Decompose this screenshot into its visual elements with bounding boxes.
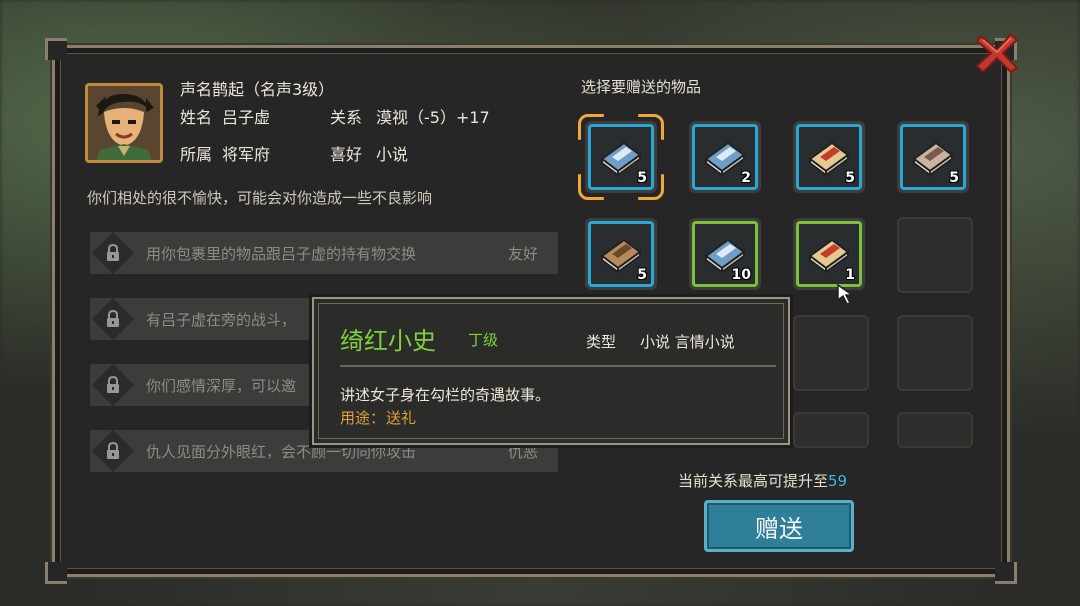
option-trade[interactable]: 用你包裹里的物品跟吕子虚的持有物交换 友好 (90, 231, 558, 275)
empty-slot (793, 412, 869, 448)
empty-slot (897, 412, 973, 448)
item-count: 5 (845, 170, 855, 186)
gift-button[interactable]: 赠送 (704, 500, 854, 552)
character-avatar (85, 83, 163, 163)
gift-section-title: 选择要赠送的物品 (581, 78, 702, 96)
gift-item-slot[interactable]: 1 (793, 218, 865, 290)
gift-item-slot[interactable]: 5 (585, 121, 657, 193)
tooltip-item-name: 绮红小史 (340, 327, 436, 355)
relation-label: 关系 (330, 108, 363, 127)
item-count: 10 (731, 267, 751, 283)
item-count: 2 (741, 170, 751, 186)
tooltip-type-label: 类型 (586, 333, 617, 351)
gift-item-slot[interactable]: 5 (897, 121, 969, 193)
item-count: 5 (637, 267, 647, 283)
lock-icon (107, 442, 119, 459)
tooltip-description: 讲述女子身在勾栏的奇遇故事。 (340, 386, 551, 404)
item-count: 1 (845, 267, 855, 283)
empty-slot (897, 315, 973, 391)
item-count: 5 (637, 170, 647, 186)
empty-slot (793, 315, 869, 391)
gift-item-slot[interactable]: 10 (689, 218, 761, 290)
faction-label: 所属 (180, 145, 213, 164)
hobby-value: 小说 (376, 145, 409, 164)
empty-slot (897, 217, 973, 293)
gift-item-slot[interactable]: 5 (793, 121, 865, 193)
item-tooltip: 绮红小史 丁级 类型 小说 言情小说 讲述女子身在勾栏的奇遇故事。 用途： 送礼 (312, 297, 790, 445)
tooltip-use-label: 用途： (340, 409, 386, 427)
relationship-warning: 你们相处的很不愉快，可能会对你造成一些不良影响 (87, 189, 433, 207)
option-trade-text: 用你包裹里的物品跟吕子虚的持有物交换 (146, 244, 417, 263)
lock-icon (107, 376, 119, 393)
lock-icon (107, 244, 119, 261)
gift-item-slot[interactable]: 2 (689, 121, 761, 193)
option-trade-relation: 友好 (507, 244, 538, 263)
pointer-cursor-icon (837, 283, 855, 305)
name-label: 姓名 (180, 108, 213, 127)
item-count: 5 (949, 170, 959, 186)
close-x-icon (975, 32, 1019, 74)
tooltip-use-value: 送礼 (386, 409, 417, 427)
relation-value: 漠视（-5）+17 (376, 108, 490, 127)
tooltip-item-grade: 丁级 (468, 331, 499, 349)
hobby-label: 喜好 (330, 145, 363, 164)
max-relation-text: 当前关系最高可提升至 (678, 472, 829, 490)
fame-title: 声名鹊起（名声3级） (180, 80, 335, 99)
lock-icon (107, 310, 119, 327)
tooltip-divider (340, 365, 776, 367)
tooltip-type-value: 小说 言情小说 (640, 333, 735, 351)
max-relation-info: 当前关系最高可提升至59 (678, 470, 847, 491)
close-button[interactable] (972, 30, 1022, 76)
faction-value: 将军府 (222, 145, 271, 164)
name-value: 吕子虚 (222, 108, 271, 127)
gift-item-slot[interactable]: 5 (585, 218, 657, 290)
max-relation-value: 59 (828, 472, 848, 490)
